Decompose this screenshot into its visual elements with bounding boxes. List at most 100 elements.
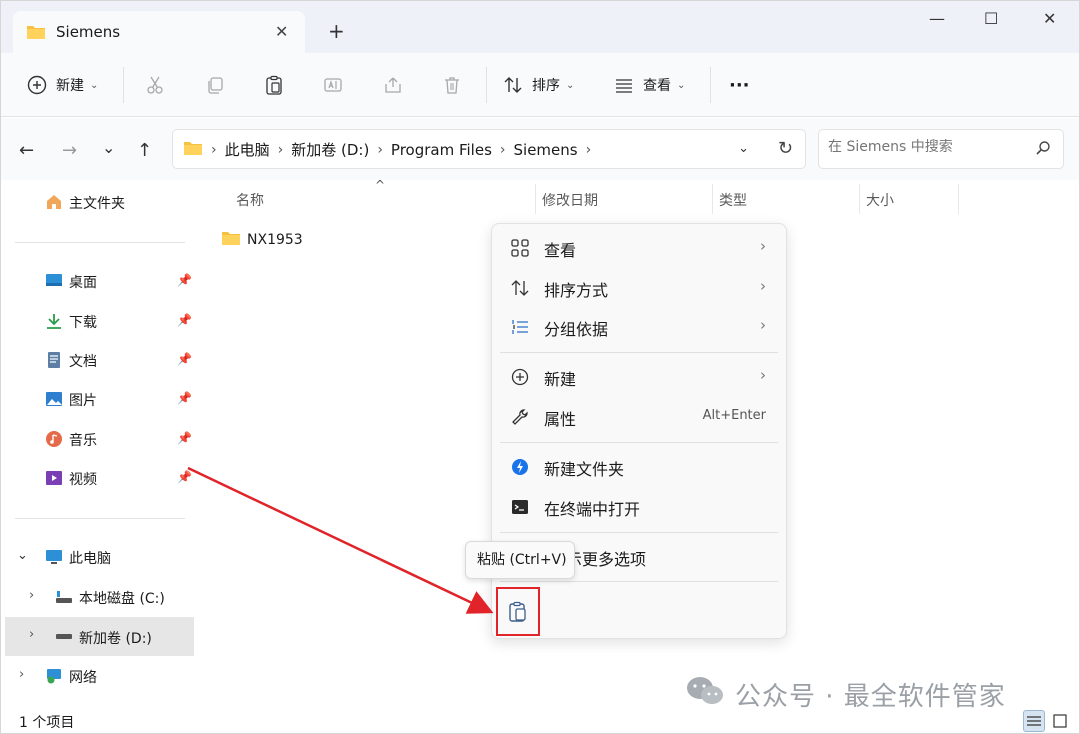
sidebar-item-label: 新加卷 (D:) [79,631,152,647]
cut-button[interactable] [144,69,166,101]
column-header-name[interactable]: 名称 [236,190,264,210]
chevron-down-icon: ⌄ [566,79,575,91]
column-header-modified[interactable]: 修改日期 [542,190,598,210]
column-divider[interactable] [859,184,860,214]
navigation-pane: 主文件夹 桌面 📌 下载 📌 文档 📌 图片 📌 音乐 📌 视频 📌 ⌄ 此电脑… [1,180,201,710]
maximize-button[interactable]: ☐ [984,9,998,28]
sort-icon [510,278,530,298]
menu-item-label: 排序方式 [544,281,609,300]
breadcrumb-separator-icon[interactable]: › [377,142,383,158]
paste-tooltip: 粘贴 (Ctrl+V) [465,541,575,579]
command-bar: 新建 ⌄ 排序 ⌄ 查看 ⌄ ··· [1,53,1079,117]
chevron-right-icon: › [760,366,766,384]
address-bar[interactable]: › 此电脑 › 新加卷 (D:) › Program Files › Sieme… [172,129,806,169]
address-dropdown-chevron-icon[interactable]: ⌄ [738,141,749,156]
pin-icon[interactable]: 📌 [177,431,192,445]
up-arrow-icon[interactable]: ↑ [137,140,152,161]
sidebar-item-home[interactable]: 主文件夹 [1,185,201,219]
breadcrumb-separator-icon[interactable]: › [500,142,506,158]
share-button[interactable] [382,69,404,101]
paste-button[interactable] [263,69,285,101]
breadcrumb-separator-icon[interactable]: › [586,142,592,158]
list-item[interactable]: NX1953 [221,230,303,250]
pin-icon[interactable]: 📌 [177,352,192,366]
sidebar-item-this-pc[interactable]: ⌄ 此电脑 [1,540,201,574]
column-divider[interactable] [958,184,959,214]
forward-arrow-icon[interactable]: → [62,140,77,161]
sidebar-item-drive-d[interactable]: › 新加卷 (D:) [5,617,194,656]
column-header-size[interactable]: 大小 [866,190,894,210]
sidebar-item-videos[interactable]: 视频 📌 [1,461,201,495]
back-arrow-icon[interactable]: ← [19,140,34,161]
details-view-icon[interactable] [1023,710,1045,732]
chevron-right-icon: › [760,237,766,255]
breadcrumb-this-pc[interactable]: 此电脑 [225,139,270,160]
copy-button[interactable] [204,69,226,101]
pin-icon[interactable]: 📌 [177,391,192,405]
new-tab-button[interactable]: + [328,19,345,43]
tab-siemens[interactable]: Siemens ✕ [13,11,305,53]
column-divider[interactable] [712,184,713,214]
minimize-button[interactable]: — [929,9,945,28]
plus-circle-icon [510,367,530,387]
sidebar-item-label: 桌面 [69,275,97,291]
pin-icon[interactable]: 📌 [177,313,192,327]
sidebar-item-pictures[interactable]: 图片 📌 [1,382,201,416]
menu-item-view[interactable]: 查看 › [500,229,780,267]
sidebar-item-network[interactable]: › 网络 [1,659,201,693]
breadcrumb-program-files[interactable]: Program Files [391,141,492,159]
menu-item-label: 示更多选项 [566,550,647,569]
rename-button[interactable] [322,69,344,101]
breadcrumb-drive-d[interactable]: 新加卷 (D:) [291,139,369,160]
view-button[interactable]: 查看 ⌄ [613,69,685,101]
sidebar-divider [15,242,185,243]
chevron-down-icon: ⌄ [90,79,99,91]
expand-chevron-right-icon[interactable]: › [29,588,34,603]
sort-button[interactable]: 排序 ⌄ [502,69,574,101]
sidebar-item-drive-c[interactable]: › 本地磁盘 (C:) [1,580,201,614]
view-button-label: 查看 [643,78,671,94]
network-icon [45,667,63,685]
breadcrumb-separator-icon[interactable]: › [278,142,284,158]
sidebar-item-downloads[interactable]: 下载 📌 [1,304,201,338]
file-explorer-window: Siemens ✕ + — ☐ ✕ 新建 ⌄ 排序 ⌄ 查看 ⌄ ··· ← →… [0,0,1080,734]
sidebar-item-music[interactable]: 音乐 📌 [1,422,201,456]
paste-highlight-box[interactable] [496,587,540,636]
sidebar-item-documents[interactable]: 文档 📌 [1,343,201,377]
expand-chevron-down-icon[interactable]: ⌄ [17,548,28,563]
tiles-view-icon[interactable] [1049,710,1071,732]
tab-close-icon[interactable]: ✕ [275,22,288,41]
search-input[interactable] [828,139,1028,155]
list-view-icon [613,74,635,96]
new-button[interactable]: 新建 ⌄ [26,69,98,101]
pin-icon[interactable]: 📌 [177,273,192,287]
menu-item-group-by[interactable]: 分组依据 › [500,308,780,346]
search-box[interactable] [818,129,1064,169]
expand-chevron-right-icon[interactable]: › [29,627,34,642]
menu-item-shortcut: Alt+Enter [702,408,766,423]
breadcrumb-siemens[interactable]: Siemens [514,141,578,159]
close-button[interactable]: ✕ [1043,9,1056,28]
recent-locations-chevron-icon[interactable]: ⌄ [102,138,115,157]
paste-icon[interactable] [508,601,528,627]
expand-chevron-right-icon[interactable]: › [19,667,24,682]
refresh-icon[interactable]: ↻ [778,138,793,159]
column-header-type[interactable]: 类型 [719,190,747,210]
column-divider[interactable] [535,184,536,214]
terminal-icon [510,497,530,517]
sidebar-item-label: 图片 [69,393,97,409]
drive-icon [55,588,73,606]
wrench-icon [510,407,530,427]
menu-item-open-terminal[interactable]: 在终端中打开 [500,488,780,526]
breadcrumb-separator-icon[interactable]: › [211,142,217,158]
menu-item-new[interactable]: 新建 › [500,358,780,396]
delete-button[interactable] [441,69,463,101]
menu-item-sort-by[interactable]: 排序方式 › [500,269,780,307]
sidebar-item-desktop[interactable]: 桌面 📌 [1,264,201,298]
menu-item-properties[interactable]: 属性 Alt+Enter [500,398,780,436]
pin-icon[interactable]: 📌 [177,470,192,484]
chevron-right-icon: › [760,277,766,295]
menu-item-new-folder[interactable]: 新建文件夹 [500,448,780,486]
more-options-button[interactable]: ··· [729,69,750,101]
search-icon[interactable] [1035,140,1051,160]
